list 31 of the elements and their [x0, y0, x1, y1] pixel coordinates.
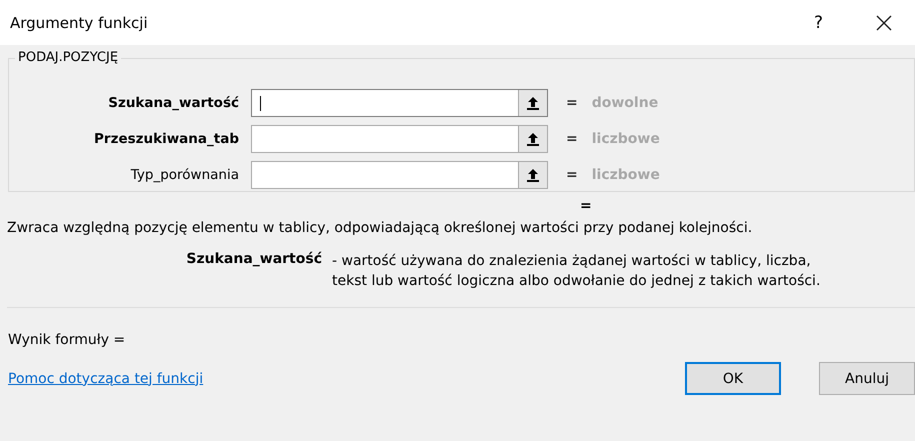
- equals-sign: =: [566, 167, 578, 183]
- argument-description: - wartość używana do znalezienia żądanej wartości w tablicy, liczba, tekst lub wartość logiczna albo odwołanie do jednej z takich wartości.: [332, 252, 822, 291]
- function-result: =: [580, 198, 592, 214]
- argument-field[interactable]: [251, 89, 548, 117]
- help-link[interactable]: Pomoc dotycząca tej funkcji: [8, 370, 685, 386]
- function-description: Zwraca względną pozycję elementu w tablicy, odpowiadającą określonej wartości przy podanej kolejności.: [7, 220, 754, 236]
- equals-sign: =: [566, 131, 578, 147]
- dialog-button[interactable]: Anuluj: [819, 362, 915, 395]
- collapse-button[interactable]: [518, 90, 547, 116]
- argument-name: Szukana_wartość: [185, 251, 323, 269]
- collapse-button[interactable]: [518, 126, 547, 152]
- upload-arrow-icon: [527, 96, 539, 110]
- equals-sign: =: [566, 95, 578, 111]
- argument-type: liczbowe: [592, 167, 660, 183]
- argument-label: Szukana_wartość: [107, 95, 240, 111]
- dialog-button[interactable]: OK: [685, 362, 781, 395]
- text-cursor: [260, 96, 261, 111]
- help-button[interactable]: ?: [814, 12, 823, 32]
- argument-type: liczbowe: [592, 131, 660, 147]
- argument-label: Typ_porównania: [130, 167, 240, 183]
- argument-field[interactable]: [251, 125, 548, 153]
- argument-type: dowolne: [592, 95, 658, 111]
- argument-field[interactable]: [251, 161, 548, 189]
- argument-label: Przeszukiwana_tab: [93, 131, 240, 147]
- collapse-button[interactable]: [518, 162, 547, 188]
- close-icon[interactable]: [875, 14, 893, 32]
- formula-result: Wynik formuły =: [8, 332, 126, 348]
- group-title: PODAJ.POZYCJĘ: [15, 50, 122, 65]
- window-title: Argumenty funkcji: [10, 14, 149, 32]
- upload-arrow-icon: [527, 132, 539, 146]
- upload-arrow-icon: [527, 168, 539, 182]
